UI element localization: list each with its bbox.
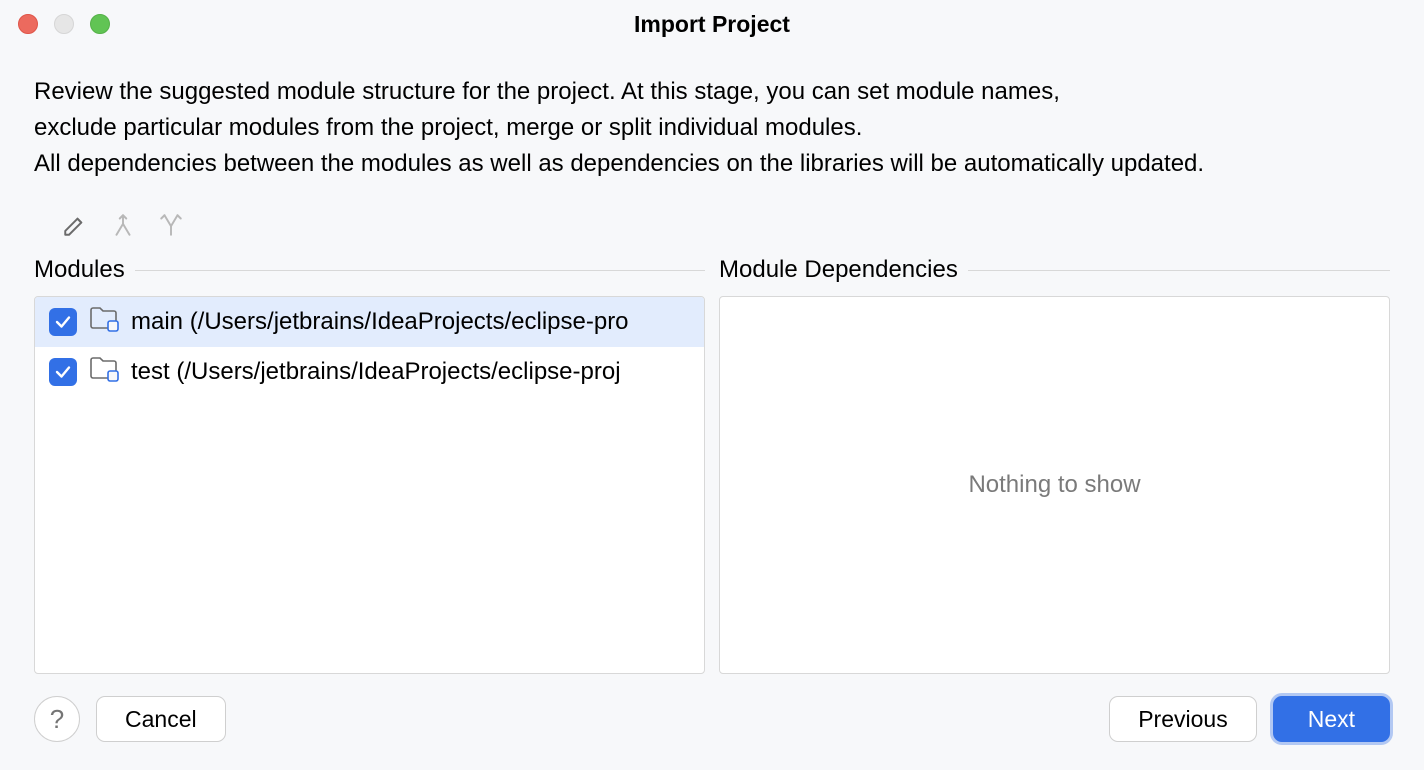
- edit-icon[interactable]: [62, 212, 88, 238]
- next-button-label: Next: [1308, 706, 1355, 733]
- module-checkbox[interactable]: [49, 308, 77, 336]
- module-folder-icon: [89, 356, 119, 389]
- dependencies-label: Module Dependencies: [719, 256, 958, 284]
- titlebar: Import Project: [0, 0, 1424, 48]
- cancel-button-label: Cancel: [125, 706, 197, 733]
- next-button[interactable]: Next: [1273, 696, 1390, 742]
- window-title: Import Project: [0, 11, 1424, 38]
- dependencies-header: Module Dependencies: [719, 256, 1390, 284]
- divider: [135, 270, 705, 271]
- module-row[interactable]: main (/Users/jetbrains/IdeaProjects/ecli…: [35, 297, 704, 347]
- merge-icon[interactable]: [110, 212, 136, 238]
- import-project-dialog: Import Project Review the suggested modu…: [0, 0, 1424, 770]
- modules-list[interactable]: main (/Users/jetbrains/IdeaProjects/ecli…: [34, 296, 705, 674]
- divider: [968, 270, 1390, 271]
- dependencies-empty-text: Nothing to show: [720, 297, 1389, 673]
- cancel-button[interactable]: Cancel: [96, 696, 226, 742]
- description-text: Review the suggested module structure fo…: [34, 74, 1390, 182]
- module-row[interactable]: test (/Users/jetbrains/IdeaProjects/ecli…: [35, 347, 704, 397]
- panels: Modules main (/U: [34, 256, 1390, 674]
- dialog-footer: ? Cancel Previous Next: [0, 674, 1424, 770]
- module-checkbox[interactable]: [49, 358, 77, 386]
- module-label: main (/Users/jetbrains/IdeaProjects/ecli…: [131, 308, 629, 336]
- dependencies-list: Nothing to show: [719, 296, 1390, 674]
- previous-button-label: Previous: [1138, 706, 1227, 733]
- modules-header: Modules: [34, 256, 705, 284]
- split-icon[interactable]: [158, 212, 184, 238]
- module-folder-icon: [89, 306, 119, 339]
- description-line: exclude particular modules from the proj…: [34, 110, 1390, 146]
- previous-button[interactable]: Previous: [1109, 696, 1256, 742]
- description-line: Review the suggested module structure fo…: [34, 74, 1390, 110]
- dialog-content: Review the suggested module structure fo…: [0, 48, 1424, 674]
- description-line: All dependencies between the modules as …: [34, 146, 1390, 182]
- toolbar: [62, 212, 1390, 238]
- help-button[interactable]: ?: [34, 696, 80, 742]
- module-label: test (/Users/jetbrains/IdeaProjects/ecli…: [131, 358, 621, 386]
- help-icon: ?: [50, 704, 64, 735]
- modules-panel: Modules main (/U: [34, 256, 705, 674]
- modules-label: Modules: [34, 256, 125, 284]
- dependencies-panel: Module Dependencies Nothing to show: [719, 256, 1390, 674]
